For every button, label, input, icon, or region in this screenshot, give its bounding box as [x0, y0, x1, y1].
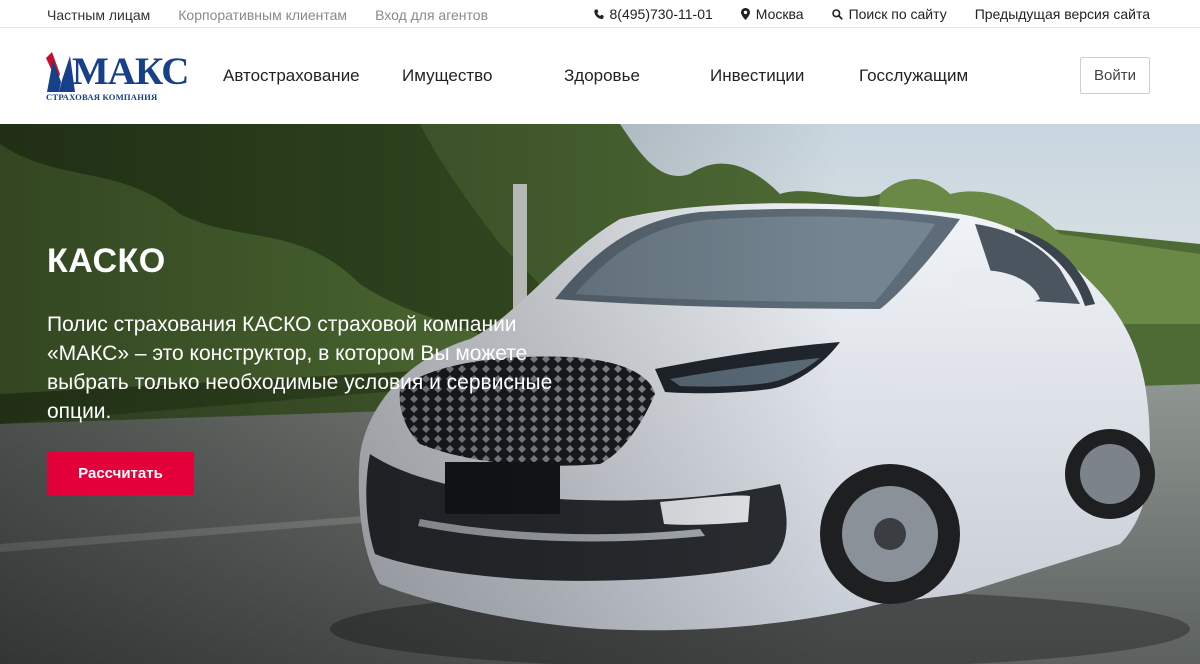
utility-links: 8(495)730-11-01 Москва Поиск по сайту Пр… — [593, 6, 1150, 22]
old-version-label: Предыдущая версия сайта — [974, 6, 1150, 22]
segment-corporate[interactable]: Корпоративным клиентам — [178, 7, 347, 23]
nav-health[interactable]: Здоровье — [564, 66, 640, 86]
calculate-button[interactable]: Рассчитать — [47, 452, 194, 495]
logo-subtitle: СТРАХОВАЯ КОМПАНИЯ — [46, 92, 158, 102]
segment-private[interactable]: Частным лицам — [47, 7, 150, 23]
main-header: МАКС СТРАХОВАЯ КОМПАНИЯ Автострахование … — [0, 28, 1200, 124]
logo-wordmark: МАКС — [72, 50, 189, 93]
old-version-link[interactable]: Предыдущая версия сайта — [975, 6, 1150, 22]
nav-investments[interactable]: Инвестиции — [710, 66, 804, 86]
phone-icon — [593, 9, 604, 20]
site-search-label: Поиск по сайту — [848, 6, 947, 22]
location-pin-icon — [740, 8, 750, 20]
nav-property[interactable]: Имущество — [402, 66, 492, 86]
hero-description: Полис страхования КАСКО страховой компан… — [47, 313, 553, 423]
company-logo[interactable]: МАКС СТРАХОВАЯ КОМПАНИЯ — [46, 50, 189, 102]
top-utility-bar: Частным лицам Корпоративным клиентам Вхо… — [0, 0, 1200, 28]
nav-auto-insurance[interactable]: Автострахование — [223, 66, 360, 86]
phone-link[interactable]: 8(495)730-11-01 — [593, 6, 713, 22]
phone-number: 8(495)730-11-01 — [609, 6, 713, 22]
hero-title: КАСКО — [47, 242, 166, 280]
city-selector[interactable]: Москва — [740, 6, 804, 22]
search-icon — [831, 8, 843, 20]
nav-civil-servants[interactable]: Госслужащим — [859, 66, 968, 86]
site-search-link[interactable]: Поиск по сайту — [831, 6, 947, 22]
login-button[interactable]: Войти — [1080, 57, 1150, 94]
segment-agents-login[interactable]: Вход для агентов — [375, 7, 488, 23]
hero-banner: КАСКО Полис страхования КАСКО страховой … — [0, 124, 1200, 664]
audience-switcher: Частным лицам Корпоративным клиентам Вхо… — [47, 7, 488, 23]
city-label: Москва — [755, 6, 804, 22]
